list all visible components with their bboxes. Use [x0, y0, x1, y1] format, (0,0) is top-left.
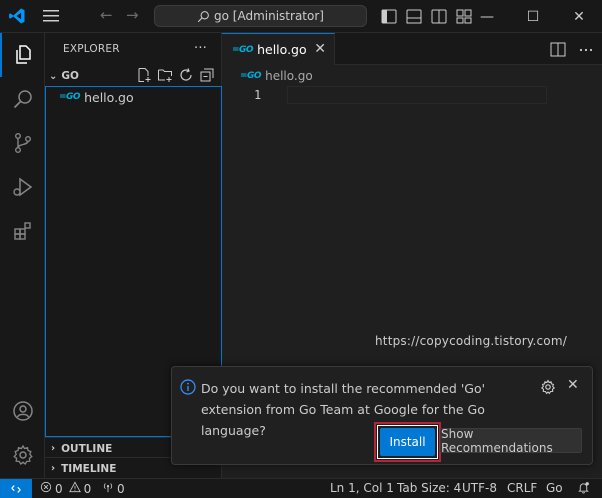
- collapse-all-icon[interactable]: [199, 67, 215, 83]
- extension-recommendation-notification: Do you want to install the recommended '…: [171, 366, 593, 465]
- watermark-text: https://copycoding.tistory.com/: [375, 334, 567, 348]
- cursor-position[interactable]: Ln 1, Col 1: [330, 481, 394, 495]
- activity-extensions[interactable]: [0, 209, 45, 253]
- warning-count: 0: [83, 481, 92, 496]
- folder-actions: [136, 67, 215, 83]
- maximize-button[interactable]: ☐: [510, 0, 556, 33]
- install-button-focus-ring: Install: [377, 425, 438, 459]
- go-back-icon[interactable]: ←: [100, 6, 113, 24]
- refresh-icon[interactable]: [178, 67, 194, 83]
- toggle-panel-icon[interactable]: [406, 9, 422, 24]
- error-icon: [40, 481, 52, 496]
- tab-hello-go[interactable]: =GO hello.go ✕: [222, 33, 335, 65]
- tab-label: hello.go: [257, 42, 307, 57]
- remote-indicator[interactable]: [0, 479, 32, 498]
- activity-accounts[interactable]: [0, 389, 45, 433]
- layout-controls: [381, 9, 472, 24]
- go-file-icon: =GO: [240, 71, 262, 81]
- new-folder-icon[interactable]: [157, 67, 173, 83]
- vscode-logo-icon[interactable]: [8, 7, 26, 25]
- toggle-secondary-sidebar-icon[interactable]: [431, 9, 447, 24]
- hamburger-menu-icon[interactable]: [42, 8, 60, 24]
- toggle-primary-sidebar-icon[interactable]: [381, 9, 397, 24]
- window-controls: — ☐ ✕: [464, 0, 602, 33]
- problems-indicator[interactable]: 0 0: [40, 481, 91, 496]
- show-recommendations-button[interactable]: Show Recommendations: [440, 427, 582, 455]
- close-window-button[interactable]: ✕: [556, 0, 602, 33]
- warning-icon: [68, 481, 81, 496]
- breadcrumb-file: hello.go: [265, 69, 313, 83]
- ports-indicator[interactable]: 0: [102, 481, 125, 496]
- file-item-label: hello.go: [84, 89, 134, 105]
- close-notification-icon[interactable]: ✕: [567, 377, 579, 393]
- activity-search[interactable]: [0, 77, 45, 121]
- split-editor-icon[interactable]: [550, 42, 566, 57]
- remote-icon: [11, 485, 21, 493]
- title-bar: ← → go [Administrator] — ☐ ✕: [0, 0, 602, 33]
- tab-size[interactable]: Tab Size: 4: [397, 481, 461, 495]
- install-button-highlight: Install: [374, 422, 441, 462]
- chevron-down-icon: ⌄: [49, 70, 58, 82]
- activity-run-debug[interactable]: [0, 165, 45, 209]
- more-actions-icon[interactable]: [578, 42, 594, 57]
- chevron-right-icon: ›: [51, 463, 56, 474]
- ports-count: 0: [117, 481, 125, 496]
- activity-manage[interactable]: [0, 433, 45, 477]
- outline-label: OUTLINE: [61, 442, 113, 455]
- source-control-icon: [14, 133, 31, 154]
- command-center-search[interactable]: go [Administrator]: [154, 5, 367, 27]
- notifications-bell-icon[interactable]: [577, 481, 590, 494]
- command-center-label: go [Administrator]: [214, 9, 324, 23]
- gear-icon[interactable]: [540, 379, 556, 395]
- explorer-icon: [15, 45, 31, 64]
- current-line-highlight: [287, 86, 547, 104]
- editor-tabs: =GO hello.go ✕: [222, 33, 602, 65]
- close-tab-icon[interactable]: ✕: [314, 41, 326, 57]
- settings-gear-icon: [12, 444, 33, 465]
- more-actions-icon[interactable]: ···: [194, 41, 207, 56]
- new-file-icon[interactable]: [136, 67, 152, 83]
- sidebar-header: EXPLORER ···: [45, 33, 221, 65]
- sidebar-title: EXPLORER: [63, 43, 120, 55]
- go-file-icon: =GO: [59, 92, 81, 102]
- broadcast-icon: [102, 481, 114, 496]
- chevron-right-icon: ›: [51, 443, 56, 454]
- install-button[interactable]: Install: [380, 428, 435, 456]
- status-bar: 0 0 0 Ln 1, Col 1 Tab Size: 4 UTF-8 CRLF…: [0, 478, 602, 498]
- breadcrumb[interactable]: =GO hello.go: [240, 66, 313, 86]
- account-icon: [12, 401, 33, 421]
- go-forward-icon[interactable]: →: [126, 6, 139, 24]
- folder-label: GO: [61, 70, 79, 82]
- language-mode[interactable]: Go: [546, 481, 563, 495]
- file-item-hello-go[interactable]: =GO hello.go: [46, 87, 221, 107]
- activity-source-control[interactable]: [0, 121, 45, 165]
- minimize-button[interactable]: —: [464, 0, 510, 33]
- info-icon: [180, 379, 196, 395]
- search-icon: [197, 10, 209, 22]
- end-of-line[interactable]: CRLF: [507, 481, 537, 495]
- search-icon: [13, 90, 32, 109]
- editor-actions: [550, 42, 594, 57]
- activity-bar: [0, 33, 45, 478]
- go-file-icon: =GO: [232, 44, 254, 55]
- error-count: 0: [55, 481, 63, 496]
- activity-explorer[interactable]: [0, 33, 45, 77]
- run-debug-icon: [12, 177, 32, 197]
- encoding[interactable]: UTF-8: [462, 481, 497, 495]
- line-number: 1: [254, 88, 262, 102]
- extensions-icon: [13, 222, 31, 240]
- timeline-label: TIMELINE: [61, 462, 117, 475]
